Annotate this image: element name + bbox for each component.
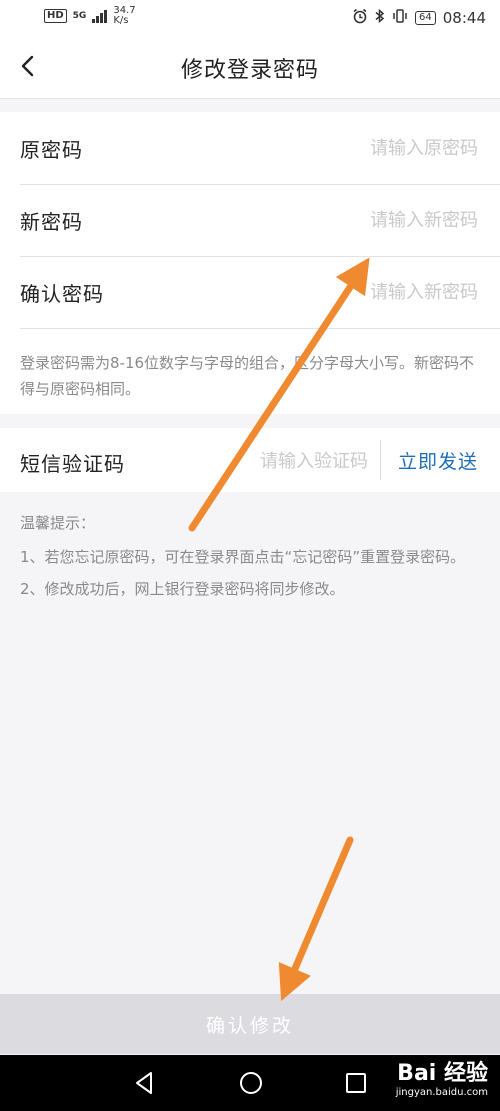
old-password-input[interactable]: [266, 130, 480, 166]
password-form: 原密码 新密码 确认密码 登录密码需为8-16位数字与字母的组合，区分字母大小写…: [0, 112, 500, 414]
nav-bar: 修改登录密码: [0, 36, 500, 99]
password-rule-hint: 登录密码需为8-16位数字与字母的组合，区分字母大小写。新密码不得与原密码相同。: [20, 354, 475, 398]
hd-badge: HD: [44, 9, 67, 23]
confirm-password-input[interactable]: [266, 274, 480, 310]
status-time: 08:44: [442, 9, 486, 27]
confirm-change-button[interactable]: 确认修改: [0, 994, 500, 1054]
bluetooth-icon: [375, 8, 385, 28]
network-type: 5G: [72, 10, 87, 21]
status-left-group: HD 5G 34.7 K/s: [44, 6, 136, 26]
baidu-watermark: Bai 经验 jingyan.baidu.com: [396, 1061, 488, 1099]
tips-section: 温馨提示： 1、若您忘记原密码，可在登录界面点击“忘记密码”重置登录密码。 2、…: [20, 510, 482, 608]
system-nav-bar: Bai 经验 jingyan.baidu.com: [0, 1055, 500, 1111]
divider: [380, 440, 381, 480]
status-bar: HD 5G 34.7 K/s 64 08:44: [0, 0, 500, 36]
confirm-password-label: 确认密码: [20, 282, 104, 306]
signal-icon: [92, 9, 108, 23]
square-recent-icon[interactable]: [344, 1070, 368, 1100]
battery-icon: 64: [415, 11, 436, 25]
confirm-password-row: 确认密码: [20, 256, 500, 329]
watermark-url: jingyan.baidu.com: [395, 1087, 488, 1098]
tips-title: 温馨提示：: [20, 514, 96, 532]
tips-item: 1、若您忘记原密码，可在登录界面点击“忘记密码”重置登录密码。: [20, 548, 466, 566]
circle-home-icon[interactable]: [238, 1070, 264, 1100]
new-password-label: 新密码: [20, 210, 83, 234]
sms-code-label: 短信验证码: [20, 452, 125, 476]
alarm-icon: [352, 8, 368, 28]
page-title: 修改登录密码: [180, 58, 319, 83]
network-speed-unit: K/s: [113, 15, 129, 26]
annotation-arrow: [278, 836, 354, 1002]
old-password-label: 原密码: [20, 138, 83, 162]
network-speed: 34.7 K/s: [113, 6, 135, 26]
sms-code-input[interactable]: [218, 443, 370, 479]
tips-item: 2、修改成功后，网上银行登录密码将同步修改。: [20, 580, 345, 598]
status-right-group: 64 08:44: [352, 8, 486, 28]
new-password-input[interactable]: [266, 202, 480, 238]
old-password-row: 原密码: [20, 112, 500, 185]
vibrate-icon: [392, 8, 408, 28]
triangle-back-icon[interactable]: [132, 1070, 156, 1100]
sms-code-row: 短信验证码 立即发送: [0, 428, 500, 492]
send-code-button[interactable]: 立即发送: [398, 447, 478, 474]
new-password-row: 新密码: [20, 184, 500, 257]
watermark-logo: Bai 经验: [397, 1061, 488, 1086]
